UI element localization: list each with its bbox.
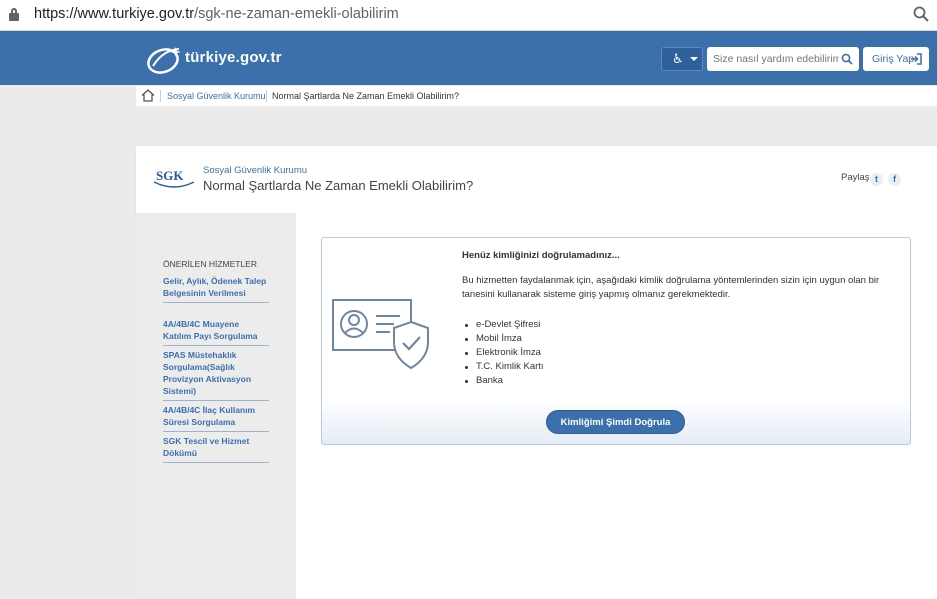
chevron-down-icon [690,57,698,61]
breadcrumb-divider [160,90,161,102]
main-content: Henüz kimliğinizi doğrulamadınız... Bu h… [296,213,937,599]
login-button[interactable]: Giriş Yap [863,47,929,71]
twitter-icon[interactable]: t [870,173,883,186]
breadcrumb-item-current: Normal Şartlarda Ne Zaman Emekli Olabili… [272,91,460,101]
lock-icon [9,8,19,21]
share-label: Paylaş [841,172,870,183]
search-box[interactable] [707,47,859,71]
search-icon[interactable] [841,53,853,65]
list-item: Mobil İmza [462,332,544,346]
sidebar-item-tescil[interactable]: SGK Tescil ve Hizmet Dökümü [163,435,269,463]
recommended-services-sidebar: ÖNERİLEN HİZMETLER Gelir, Aylık, Ödenek … [136,213,296,599]
page-title: Normal Şartlarda Ne Zaman Emekli Olabili… [203,178,474,193]
facebook-icon[interactable]: f [888,173,901,186]
accessibility-menu-button[interactable]: ♿ [661,47,703,71]
sidebar-item-muayene[interactable]: 4A/4B/4C Muayene Katılım Payı Sorgulama [163,318,269,346]
home-icon[interactable] [141,89,155,102]
wheelchair-icon: ♿ [672,51,684,66]
breadcrumb: Sosyal Güvenlik Kurumu Normal Şartlarda … [136,86,937,106]
site-header: türkiye.gov.tr ♿ Giriş Yap [0,31,937,85]
list-item: Banka [462,374,544,388]
auth-title: Henüz kimliğinizi doğrulamadınız... [462,250,620,261]
browser-address-bar[interactable]: https://www.turkiye.gov.tr/sgk-ne-zaman-… [0,0,937,31]
sign-in-icon [911,53,922,65]
service-header: SGK Sosyal Güvenlik Kurumu Normal Şartla… [136,146,937,213]
zoom-icon[interactable] [913,6,929,22]
sidebar-item-ilac[interactable]: 4A/4B/4C İlaç Kullanım Süresi Sorgulama [163,404,269,432]
search-input[interactable] [713,47,839,71]
auth-description: Bu hizmetten faydalanmak için, aşağıdaki… [462,275,880,300]
sgk-logo: SGK [154,166,194,192]
breadcrumb-item-sgk[interactable]: Sosyal Güvenlik Kurumu [167,91,266,101]
url-text[interactable]: https://www.turkiye.gov.tr/sgk-ne-zaman-… [34,6,399,22]
identity-card-icon [332,299,429,370]
breadcrumb-divider [266,90,267,102]
sidebar-item-gelir-aylik[interactable]: Gelir, Aylık, Ödenek Talep Belgesinin Ve… [163,275,269,303]
list-item: T.C. Kimlik Kartı [462,360,544,374]
sidebar-title: ÖNERİLEN HİZMETLER [163,259,257,269]
auth-methods-list: e-Devlet Şifresi Mobil İmza Elektronik İ… [462,318,544,388]
auth-required-panel: Henüz kimliğinizi doğrulamadınız... Bu h… [321,237,911,445]
login-label: Giriş Yap [872,53,915,65]
list-item: e-Devlet Şifresi [462,318,544,332]
logo-swoosh-icon [147,47,181,74]
institution-name[interactable]: Sosyal Güvenlik Kurumu [203,165,307,176]
verify-identity-button[interactable]: Kimliğimi Şimdi Doğrula [546,410,685,434]
list-item: Elektronik İmza [462,346,544,360]
logo-text: türkiye.gov.tr [185,49,282,66]
turkiye-gov-logo[interactable]: türkiye.gov.tr [145,42,305,76]
sidebar-item-spas[interactable]: SPAS Müstehaklık Sorgulama(Sağlık Proviz… [163,349,269,401]
sgk-logo-swoosh [154,181,194,188]
